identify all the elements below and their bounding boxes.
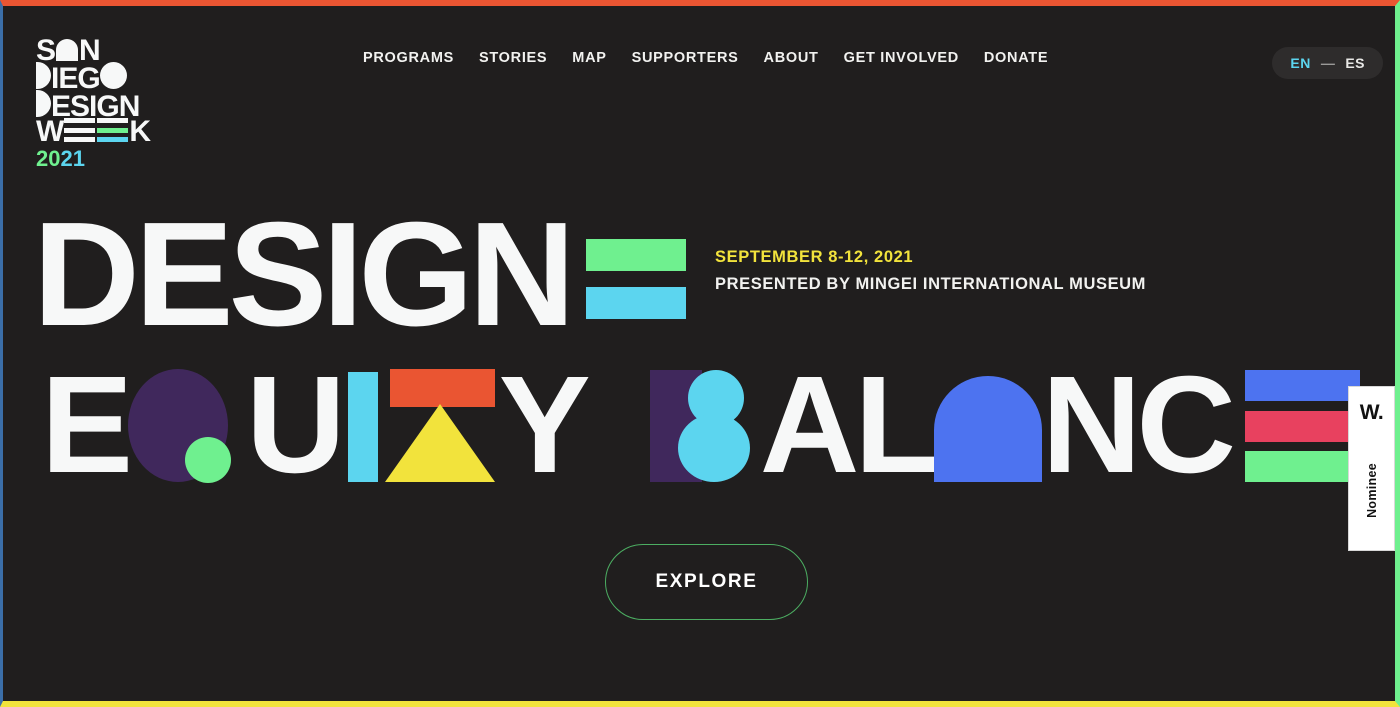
hero-glyph-i-cyan-bar [347, 372, 378, 483]
logo-year: 2021 [36, 146, 176, 172]
event-date: SEPTEMBER 8-12, 2021 [715, 248, 914, 266]
logo-shape-bars-e1 [64, 118, 96, 143]
e-bar-pink [1245, 410, 1361, 442]
q-green-circle [185, 437, 232, 484]
logo-letters-iego: IEG [51, 62, 101, 95]
hero-letter-e: E [41, 348, 133, 502]
logo-letter-w: W [36, 115, 64, 148]
hero-letter-y: Y [498, 348, 591, 502]
hero-letters-al: A [759, 348, 860, 502]
logo-shape-bars-e2 [97, 118, 129, 143]
logo-line-san: S N [36, 34, 176, 67]
hero-line-one: DESIGN [33, 192, 687, 357]
e-bar-green [1245, 451, 1361, 483]
site-header: S N IEG ESIGN W K 2021 PROGRAMS STORIES … [3, 6, 1395, 171]
hero-glyph-t [384, 369, 495, 483]
language-switcher[interactable]: EN — ES [1272, 47, 1383, 79]
explore-button[interactable]: EXPLORE [605, 544, 808, 620]
hero-glyph-b [649, 370, 760, 483]
hero-meta: SEPTEMBER 8-12, 2021 PRESENTED BY MINGEI… [715, 248, 1146, 294]
logo-shape-halfcircle-d2 [36, 90, 51, 118]
hero-letter-l: L [854, 348, 938, 502]
logo-line-week: W K [36, 115, 176, 148]
hero-glyph-a-arch [933, 370, 1042, 483]
logo-letters-esign: ESIGN [51, 90, 140, 123]
language-separator: — [1320, 55, 1336, 71]
logo-line-diego: IEG [36, 62, 176, 95]
webby-nominee-badge[interactable]: W. Nominee [1348, 386, 1395, 551]
webby-nominee-label: Nominee [1364, 463, 1379, 518]
b-cyan-circle-bottom [677, 414, 750, 483]
main-navigation: PROGRAMS STORIES MAP SUPPORTERS ABOUT GE… [363, 50, 1048, 66]
nav-item-donate[interactable]: DONATE [984, 50, 1048, 66]
hero-letter-n: N [1041, 348, 1142, 502]
hero-glyph-e-bars [1245, 370, 1361, 483]
nav-item-supporters[interactable]: SUPPORTERS [632, 50, 739, 66]
logo-year-second: 21 [60, 146, 85, 172]
hero-line-two: E U Y A L N C [41, 348, 1361, 502]
webby-mark: W. [1359, 401, 1384, 424]
equals-bar-cyan [586, 287, 687, 320]
equals-bar-green [586, 239, 687, 272]
language-option-en[interactable]: EN [1290, 55, 1310, 71]
logo-shape-circle-o [99, 62, 127, 90]
hero-equals-glyph [586, 239, 687, 320]
page-root: S N IEG ESIGN W K 2021 PROGRAMS STORIES … [0, 0, 1400, 707]
a-blue-arch [933, 376, 1042, 483]
nav-item-map[interactable]: MAP [572, 50, 606, 66]
hero-word-design: DESIGN [33, 192, 575, 357]
hero-glyph-q [128, 369, 246, 484]
site-logo[interactable]: S N IEG ESIGN W K 2021 [36, 34, 176, 172]
event-presenter: PRESENTED BY MINGEI INTERNATIONAL MUSEUM [715, 275, 1147, 293]
hero-letter-u: U [246, 348, 346, 502]
logo-shape-dome-a [56, 39, 79, 62]
logo-year-first: 20 [36, 146, 61, 172]
logo-letter-k: K [129, 115, 151, 148]
nav-item-get-involved[interactable]: GET INVOLVED [844, 50, 959, 66]
hero-letter-c: C [1136, 348, 1236, 502]
nav-item-stories[interactable]: STORIES [479, 50, 547, 66]
logo-letter-s: S [36, 34, 56, 67]
language-option-es[interactable]: ES [1345, 55, 1365, 71]
t-yellow-triangle [384, 404, 495, 483]
nav-item-programs[interactable]: PROGRAMS [363, 50, 454, 66]
t-red-bar [389, 369, 495, 408]
nav-item-about[interactable]: ABOUT [764, 50, 819, 66]
e-bar-blue [1245, 370, 1361, 402]
logo-letter-n: N [79, 34, 101, 67]
